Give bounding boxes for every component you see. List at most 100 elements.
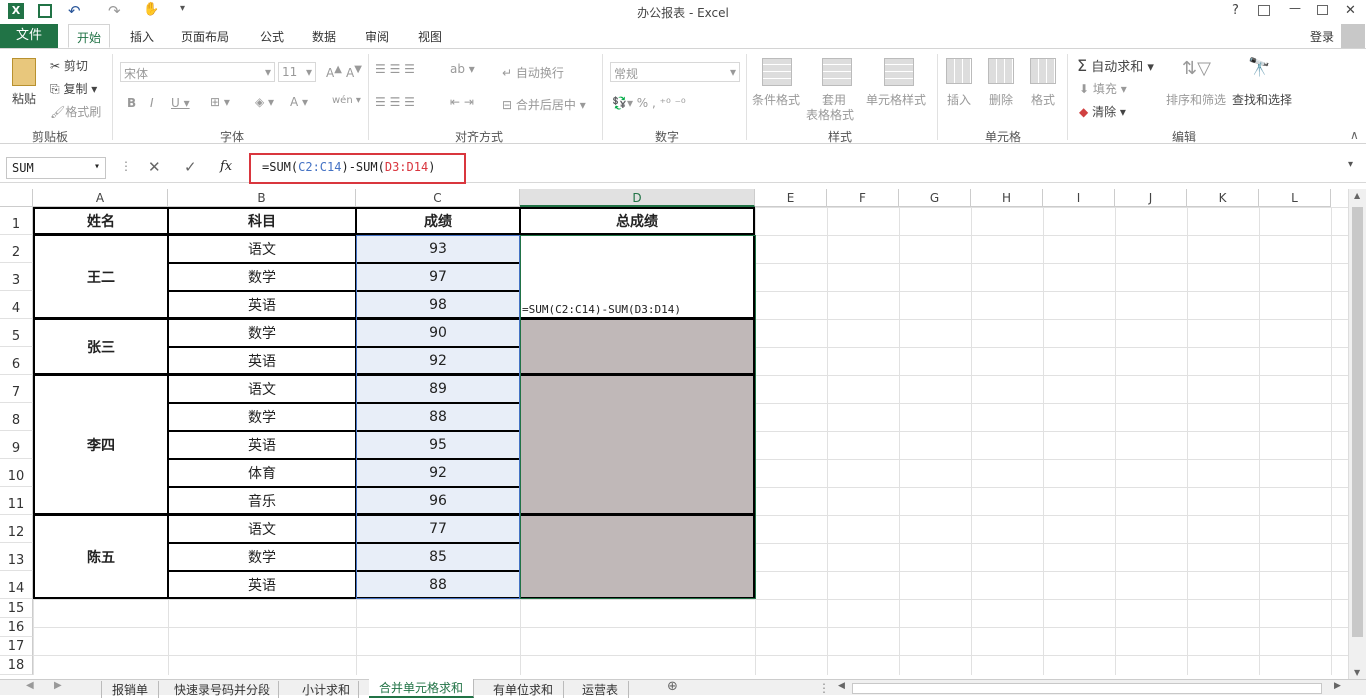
cell-style-button[interactable]: 单元格样式	[866, 91, 926, 108]
column-header[interactable]: G	[899, 189, 971, 207]
font-size-select[interactable]: 11 ▾	[278, 62, 316, 82]
insert-cells-button[interactable]: 插入	[947, 91, 971, 108]
subject-cell[interactable]: 英语	[168, 347, 356, 375]
tab-formulas[interactable]: 公式	[260, 28, 284, 45]
conditional-format-button[interactable]: 条件格式	[752, 91, 800, 108]
insert-cells-icon[interactable]	[946, 58, 972, 84]
orientation-icon[interactable]: ab ▾	[450, 62, 475, 76]
phonetic-icon[interactable]: wén ▾	[332, 95, 361, 106]
row-header[interactable]: 8	[0, 403, 33, 431]
align-left-icon[interactable]: ☰ ☰ ☰	[375, 95, 415, 109]
delete-cells-button[interactable]: 删除	[989, 91, 1013, 108]
row-header[interactable]: 7	[0, 375, 33, 403]
row-header[interactable]: 3	[0, 263, 33, 291]
italic-icon[interactable]: I	[150, 96, 154, 110]
currency-icon[interactable]: 💱▾ % , ⁺⁰ ⁻⁰	[612, 96, 686, 110]
hscroll-right-icon[interactable]: ▶	[1334, 681, 1341, 691]
shrink-font-icon[interactable]: A▼	[346, 64, 362, 80]
number-format-select[interactable]: 常规 ▾	[610, 62, 740, 82]
scroll-thumb[interactable]	[1352, 207, 1363, 637]
border-icon[interactable]: ⊞ ▾	[210, 95, 230, 109]
subject-cell[interactable]: 语文	[168, 515, 356, 543]
name-cell[interactable]: 张三	[33, 319, 168, 375]
column-header[interactable]: H	[971, 189, 1043, 207]
avatar[interactable]	[1341, 24, 1365, 48]
header-subject[interactable]: 科目	[168, 207, 356, 235]
name-box[interactable]: SUM ▾	[6, 157, 106, 179]
row-header[interactable]: 12	[0, 515, 33, 543]
format-cells-button[interactable]: 格式	[1031, 91, 1055, 108]
sheet-tab-4[interactable]: 有单位求和	[483, 681, 565, 698]
cancel-icon[interactable]: ✕	[148, 158, 161, 176]
column-header[interactable]: I	[1043, 189, 1115, 207]
sheet-tab-0[interactable]: 报销单	[101, 681, 160, 698]
row-header[interactable]: 18	[0, 656, 33, 675]
subject-cell[interactable]: 体育	[168, 459, 356, 487]
fill-button[interactable]: ⬇ 填充 ▾	[1079, 80, 1127, 97]
subject-cell[interactable]: 数学	[168, 403, 356, 431]
find-select-button[interactable]: 查找和选择	[1232, 91, 1292, 108]
fill-color-icon[interactable]: ◈ ▾	[255, 95, 274, 109]
row-header[interactable]: 6	[0, 347, 33, 375]
tab-view[interactable]: 视图	[418, 28, 442, 45]
row-header[interactable]: 13	[0, 543, 33, 571]
column-header[interactable]: D	[520, 189, 755, 207]
horizontal-scrollbar-thumb[interactable]	[852, 683, 1322, 694]
row-header[interactable]: 9	[0, 431, 33, 459]
row-header[interactable]: 17	[0, 637, 33, 656]
column-header[interactable]: J	[1115, 189, 1187, 207]
sheet-tab-3-active[interactable]: 合并单元格求和	[369, 679, 475, 698]
column-header[interactable]: B	[168, 189, 356, 207]
table-format-button-2[interactable]: 表格格式	[806, 106, 854, 123]
enter-icon[interactable]: ✓	[184, 158, 197, 176]
header-total[interactable]: 总成绩	[520, 207, 755, 235]
collapse-ribbon-icon[interactable]: ∧	[1350, 128, 1359, 142]
format-cells-icon[interactable]	[1030, 58, 1056, 84]
paste-button[interactable]: 粘贴	[12, 90, 36, 107]
subject-cell[interactable]: 语文	[168, 235, 356, 263]
underline-icon[interactable]: U ▾	[171, 96, 190, 110]
subject-cell[interactable]: 语文	[168, 375, 356, 403]
grow-font-icon[interactable]: A▲	[326, 64, 342, 80]
column-header[interactable]: A	[33, 189, 168, 207]
tab-insert[interactable]: 插入	[130, 28, 154, 45]
row-header[interactable]: 1	[0, 207, 33, 235]
subject-cell[interactable]: 英语	[168, 291, 356, 319]
header-name[interactable]: 姓名	[33, 207, 168, 235]
sheet-tab-5[interactable]: 运营表	[572, 681, 630, 698]
delete-cells-icon[interactable]	[988, 58, 1014, 84]
expand-formula-icon[interactable]: ▾	[1348, 159, 1353, 170]
tab-home[interactable]: 开始	[68, 24, 111, 48]
sign-in-link[interactable]: 登录	[1310, 28, 1334, 45]
help-button[interactable]: ?	[1232, 3, 1239, 18]
merge-center-button[interactable]: ⊟ 合并后居中 ▾	[502, 96, 586, 113]
header-score[interactable]: 成绩	[356, 207, 520, 235]
add-sheet-icon[interactable]: ⊕	[667, 679, 678, 694]
minimize-button[interactable]: —	[1289, 1, 1301, 15]
scroll-down-icon[interactable]: ▼	[1354, 668, 1360, 677]
row-header[interactable]: 2	[0, 235, 33, 263]
font-color-icon[interactable]: A ▾	[290, 95, 308, 109]
row-header[interactable]: 15	[0, 599, 33, 618]
select-all-corner[interactable]	[0, 189, 33, 207]
column-header[interactable]: K	[1187, 189, 1259, 207]
row-header[interactable]: 14	[0, 571, 33, 599]
name-cell[interactable]: 王二	[33, 235, 168, 319]
tab-page-layout[interactable]: 页面布局	[181, 28, 229, 45]
sheet-tab-2[interactable]: 小计求和	[294, 681, 360, 698]
scroll-up-icon[interactable]: ▲	[1354, 191, 1360, 200]
name-cell[interactable]: 李四	[33, 375, 168, 515]
bold-icon[interactable]: B	[127, 96, 136, 110]
row-header[interactable]: 5	[0, 319, 33, 347]
name-cell[interactable]: 陈五	[33, 515, 168, 599]
sheet-tab-1[interactable]: 快速录号码并分段	[166, 681, 280, 698]
subject-cell[interactable]: 数学	[168, 543, 356, 571]
autosum-button[interactable]: Σ 自动求和 ▾	[1077, 56, 1154, 75]
cut-button[interactable]: ✂ 剪切	[50, 57, 88, 74]
sheet-nav-prev-icon[interactable]: ◀	[26, 680, 34, 691]
column-header[interactable]: F	[827, 189, 899, 207]
subject-cell[interactable]: 英语	[168, 571, 356, 599]
tab-file[interactable]: 文件	[0, 24, 58, 48]
table-format-icon[interactable]	[822, 58, 852, 86]
sheet-nav-next-icon[interactable]: ▶	[54, 680, 62, 691]
